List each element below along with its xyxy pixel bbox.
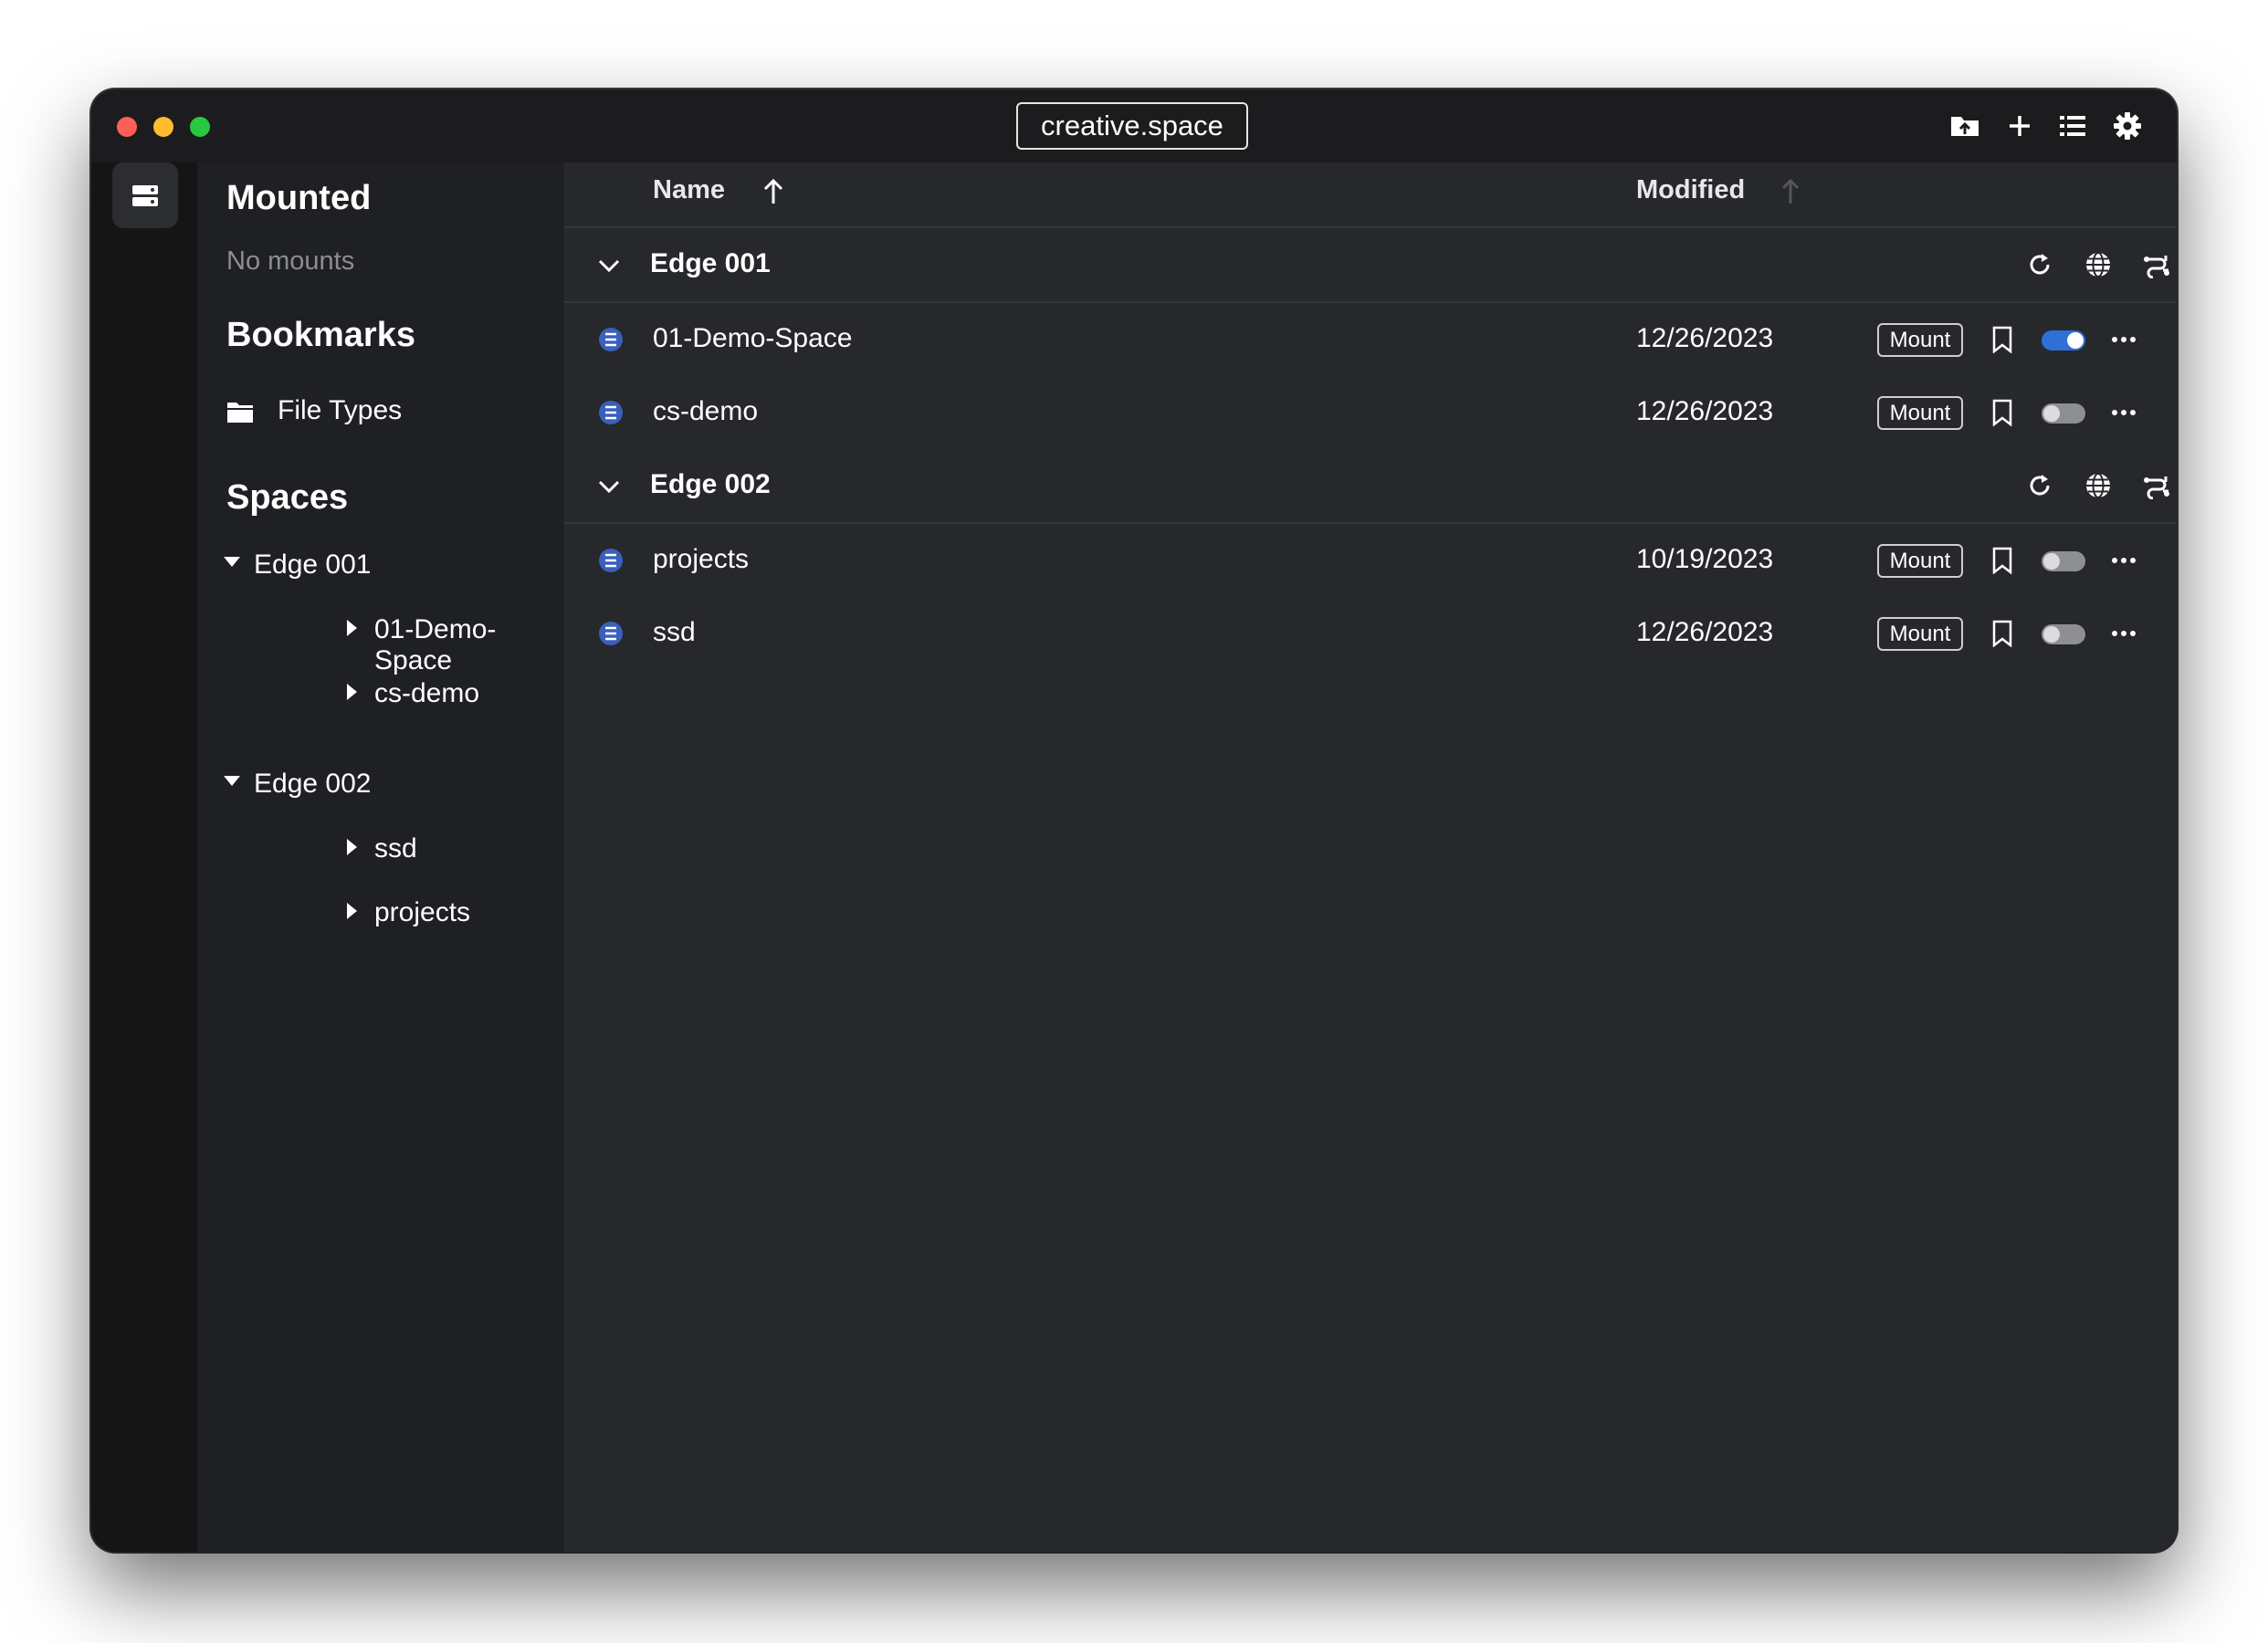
chevron-down-icon[interactable] — [597, 475, 621, 498]
space-group-label: Edge 002 — [254, 769, 372, 799]
table-header: Name Modified — [564, 162, 2177, 228]
sidebar: Mounted No mounts Bookmarks File Types S… — [197, 162, 615, 1552]
close-window-button[interactable] — [117, 117, 137, 137]
title-bar: creative.space — [91, 89, 2177, 162]
mounted-heading: Mounted — [226, 179, 372, 217]
name-column-header[interactable]: Name — [653, 175, 725, 205]
main-panel: Name Modified Edge 001 01-Demo-Space 12/… — [564, 162, 2177, 1552]
space-row-projects[interactable]: projects 10/19/2023 Mount — [564, 524, 2177, 597]
enable-toggle[interactable] — [2042, 624, 2085, 644]
bookmark-label: File Types — [278, 395, 403, 425]
group-row-edge-001[interactable]: Edge 001 — [564, 228, 2177, 303]
enable-toggle[interactable] — [2042, 551, 2085, 571]
space-icon — [597, 326, 625, 353]
bookmark-icon[interactable] — [1989, 323, 2016, 356]
bookmarks-heading: Bookmarks — [226, 316, 415, 354]
space-icon — [597, 399, 625, 426]
caret-down-icon[interactable] — [223, 553, 241, 571]
chevron-down-icon[interactable] — [597, 254, 621, 277]
mount-button[interactable]: Mount — [1877, 323, 1963, 357]
globe-icon[interactable] — [2082, 469, 2115, 502]
folder-icon — [226, 398, 254, 425]
list-view-icon[interactable] — [2056, 110, 2089, 142]
modified-date: 12/26/2023 — [1636, 396, 1774, 426]
window-title: creative.space — [1016, 102, 1248, 150]
caret-right-icon[interactable] — [345, 619, 358, 637]
space-icon — [597, 620, 625, 647]
modified-date: 12/26/2023 — [1636, 617, 1774, 647]
mount-button[interactable]: Mount — [1877, 544, 1963, 578]
no-mounts-text: No mounts — [226, 246, 355, 276]
space-row-ssd[interactable]: ssd 12/26/2023 Mount — [564, 597, 2177, 670]
space-item-label: projects — [374, 897, 471, 927]
refresh-icon[interactable] — [2023, 248, 2056, 281]
space-item-label: 01-Demo-Space — [374, 614, 497, 675]
space-name: ssd — [653, 617, 696, 647]
modified-date: 10/19/2023 — [1636, 544, 1774, 574]
enable-toggle[interactable] — [2042, 403, 2085, 424]
upload-folder-icon[interactable] — [1948, 110, 1981, 142]
spaces-heading: Spaces — [226, 478, 349, 517]
bookmark-icon[interactable] — [1989, 617, 2016, 650]
space-name: cs-demo — [653, 396, 759, 426]
modified-date: 12/26/2023 — [1636, 323, 1774, 353]
app-window: creative.space Mounted No mounts Bookmar… — [91, 89, 2177, 1552]
group-title: Edge 001 — [650, 248, 771, 278]
zoom-window-button[interactable] — [190, 117, 210, 137]
mount-button[interactable]: Mount — [1877, 617, 1963, 651]
caret-down-icon[interactable] — [223, 772, 241, 790]
space-icon — [597, 547, 625, 574]
bookmark-icon[interactable] — [1989, 544, 2016, 577]
bookmark-icon[interactable] — [1989, 396, 2016, 429]
space-row-cs-demo[interactable]: cs-demo 12/26/2023 Mount — [564, 376, 2177, 449]
connections-icon[interactable] — [2140, 248, 2173, 281]
sort-arrow-icon[interactable] — [1777, 175, 1804, 208]
more-options-icon[interactable] — [2109, 620, 2138, 647]
caret-right-icon[interactable] — [345, 838, 358, 856]
left-rail — [91, 162, 197, 1552]
connections-icon[interactable] — [2140, 469, 2173, 502]
caret-right-icon[interactable] — [345, 683, 358, 701]
space-name: projects — [653, 544, 750, 574]
group-row-edge-002[interactable]: Edge 002 — [564, 449, 2177, 524]
refresh-icon[interactable] — [2023, 469, 2056, 502]
minimize-window-button[interactable] — [153, 117, 173, 137]
sort-ascending-icon[interactable] — [760, 175, 787, 208]
more-options-icon[interactable] — [2109, 399, 2138, 426]
server-icon — [132, 185, 158, 206]
more-options-icon[interactable] — [2109, 326, 2138, 353]
caret-right-icon[interactable] — [345, 902, 358, 920]
mount-button[interactable]: Mount — [1877, 396, 1963, 430]
more-options-icon[interactable] — [2109, 547, 2138, 574]
space-item-label: cs-demo — [374, 678, 480, 708]
gear-icon[interactable] — [2111, 110, 2144, 142]
space-group-label: Edge 001 — [254, 549, 372, 580]
space-row-01-demo-space[interactable]: 01-Demo-Space 12/26/2023 Mount — [564, 303, 2177, 376]
modified-column-header[interactable]: Modified — [1636, 175, 1745, 205]
space-name: 01-Demo-Space — [653, 323, 853, 353]
plus-icon[interactable] — [2003, 110, 2036, 142]
enable-toggle[interactable] — [2042, 330, 2085, 351]
servers-nav-button[interactable] — [112, 162, 178, 228]
group-title: Edge 002 — [650, 469, 771, 499]
space-item-label: ssd — [374, 833, 417, 863]
globe-icon[interactable] — [2082, 248, 2115, 281]
